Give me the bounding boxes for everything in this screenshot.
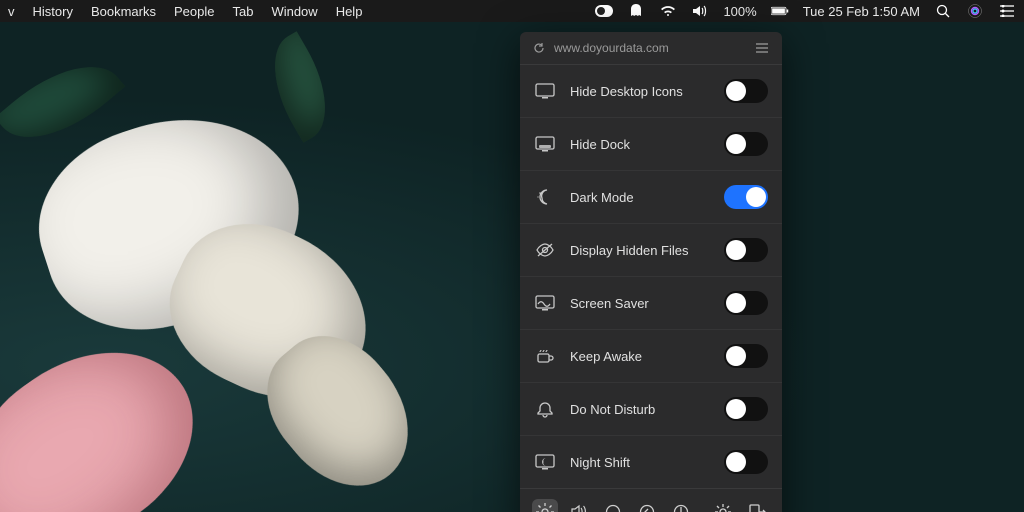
menu-item-help[interactable]: Help — [336, 4, 363, 19]
toggle-dark-mode[interactable] — [724, 185, 768, 209]
toggle-keep-awake[interactable] — [724, 344, 768, 368]
toggle-dnd[interactable] — [724, 397, 768, 421]
wifi-icon[interactable] — [659, 2, 677, 20]
toggle-label: Do Not Disturb — [570, 402, 724, 417]
toggle-label: Display Hidden Files — [570, 243, 724, 258]
settings-panel: www.doyourdata.com Hide Desktop Icons Hid… — [520, 32, 782, 512]
power-icon[interactable] — [668, 499, 694, 512]
menu-icon[interactable] — [754, 40, 770, 56]
toggle-hide-dock[interactable] — [724, 132, 768, 156]
gear-icon[interactable] — [710, 499, 736, 512]
moon-icon — [534, 188, 556, 206]
nightshift-icon — [534, 453, 556, 471]
screensaver-icon — [534, 294, 556, 312]
toggle-row-hide-dock: Hide Dock — [520, 118, 782, 171]
toggle-row-dark-mode: Dark Mode — [520, 171, 782, 224]
toggle-label: Hide Desktop Icons — [570, 84, 724, 99]
battery-percentage: 100% — [723, 4, 756, 19]
toggle-label: Keep Awake — [570, 349, 724, 364]
panel-header-url[interactable]: www.doyourdata.com — [554, 41, 669, 55]
back-icon[interactable] — [634, 499, 660, 512]
desktop-wallpaper — [0, 22, 1024, 512]
panel-footer — [520, 488, 782, 512]
toggle-label: Dark Mode — [570, 190, 724, 205]
menubar-right: 100% Tue 25 Feb 1:50 AM — [595, 2, 1016, 20]
toggle-row-hide-desktop-icons: Hide Desktop Icons — [520, 65, 782, 118]
exit-icon[interactable] — [744, 499, 770, 512]
menu-item-window[interactable]: Window — [271, 4, 317, 19]
toggle-row-keep-awake: Keep Awake — [520, 330, 782, 383]
toggle-label: Hide Dock — [570, 137, 724, 152]
volume-icon[interactable] — [566, 499, 592, 512]
menu-item-people[interactable]: People — [174, 4, 214, 19]
notification-center-icon[interactable] — [998, 2, 1016, 20]
toggle-night-shift[interactable] — [724, 450, 768, 474]
toggle-label: Night Shift — [570, 455, 724, 470]
menubar: v History Bookmarks People Tab Window He… — [0, 0, 1024, 22]
battery-icon[interactable] — [771, 2, 789, 20]
spotlight-icon[interactable] — [934, 2, 952, 20]
toggle-label: Screen Saver — [570, 296, 724, 311]
toggle-hide-desktop-icons[interactable] — [724, 79, 768, 103]
toggle-row-display-hidden: Display Hidden Files — [520, 224, 782, 277]
menu-extra-app-icon[interactable] — [595, 2, 613, 20]
circle-icon[interactable] — [600, 499, 626, 512]
toggle-display-hidden[interactable] — [724, 238, 768, 262]
siri-icon[interactable] — [966, 2, 984, 20]
coffee-icon — [534, 347, 556, 365]
menubar-left: v History Bookmarks People Tab Window He… — [8, 4, 362, 19]
volume-icon[interactable] — [691, 2, 709, 20]
dock-icon — [534, 135, 556, 153]
eye-off-icon — [534, 241, 556, 259]
menubar-clock[interactable]: Tue 25 Feb 1:50 AM — [803, 4, 920, 19]
bell-icon — [534, 400, 556, 418]
menu-item-history[interactable]: History — [33, 4, 73, 19]
menu-item[interactable]: v — [8, 4, 15, 19]
menu-item-tab[interactable]: Tab — [232, 4, 253, 19]
menu-extra-ghost-icon[interactable] — [627, 2, 645, 20]
toggle-screen-saver[interactable] — [724, 291, 768, 315]
desktop-icon — [534, 82, 556, 100]
toggle-row-dnd: Do Not Disturb — [520, 383, 782, 436]
refresh-icon[interactable] — [532, 41, 546, 55]
menu-item-bookmarks[interactable]: Bookmarks — [91, 4, 156, 19]
brightness-icon[interactable] — [532, 499, 558, 512]
toggle-row-night-shift: Night Shift — [520, 436, 782, 488]
toggle-row-screen-saver: Screen Saver — [520, 277, 782, 330]
panel-header: www.doyourdata.com — [520, 32, 782, 65]
